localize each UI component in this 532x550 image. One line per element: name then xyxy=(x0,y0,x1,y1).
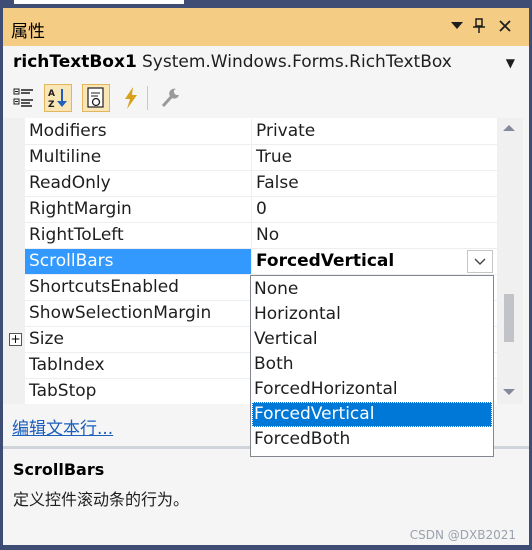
scrollbars-dropdown-list: None Horizontal Vertical Both ForcedHori… xyxy=(250,275,494,457)
window-position-dropdown-icon[interactable] xyxy=(445,14,469,38)
property-row-modifiers[interactable]: Modifiers Private xyxy=(3,119,497,145)
property-value[interactable]: ForcedVertical xyxy=(256,251,394,271)
object-selector[interactable]: richTextBox1 System.Windows.Forms.RichTe… xyxy=(3,46,529,81)
property-name: Size xyxy=(29,329,64,349)
option-label: ForcedVertical xyxy=(254,404,375,424)
dropdown-option-forcedhorizontal[interactable]: ForcedHorizontal xyxy=(252,377,492,402)
property-value[interactable]: 0 xyxy=(256,199,267,219)
option-label: ForcedBoth xyxy=(254,429,351,449)
scroll-up-icon[interactable] xyxy=(503,124,515,132)
property-pages-icon[interactable] xyxy=(157,84,185,112)
scroll-down-icon[interactable] xyxy=(503,388,515,396)
object-type: System.Windows.Forms.RichTextBox xyxy=(142,52,452,72)
property-name: RightToLeft xyxy=(29,225,124,245)
edit-text-lines-link[interactable]: 编辑文本行... xyxy=(12,414,113,439)
dropdown-option-vertical[interactable]: Vertical xyxy=(252,327,492,352)
column-divider xyxy=(251,197,252,223)
property-row-readonly[interactable]: ReadOnly False xyxy=(3,171,497,197)
column-divider xyxy=(251,171,252,197)
option-label: Both xyxy=(254,354,294,374)
window-top-edge xyxy=(0,0,532,8)
property-name: ScrollBars xyxy=(29,251,114,271)
grid-scrollbar[interactable] xyxy=(497,118,523,404)
panel-title-bar[interactable]: 属性 xyxy=(3,8,529,46)
property-name: TabIndex xyxy=(29,355,105,375)
toolbar-separator xyxy=(147,86,148,110)
watermark: CSDN @DXB2021 xyxy=(409,528,516,542)
property-name: ShowSelectionMargin xyxy=(29,303,212,323)
svg-text:A: A xyxy=(48,89,55,99)
column-divider xyxy=(251,249,252,275)
value-dropdown-button[interactable] xyxy=(467,250,493,273)
column-divider xyxy=(251,223,252,249)
expand-plus-icon[interactable]: + xyxy=(9,333,22,346)
dropdown-option-horizontal[interactable]: Horizontal xyxy=(252,302,492,327)
description-title: ScrollBars xyxy=(13,460,105,479)
property-name: Modifiers xyxy=(29,121,107,141)
property-name: ShortcutsEnabled xyxy=(29,277,179,297)
column-divider xyxy=(251,119,252,145)
property-name: RightMargin xyxy=(29,199,132,219)
property-name: ReadOnly xyxy=(29,173,111,193)
property-row-scrollbars[interactable]: ScrollBars ForcedVertical xyxy=(3,249,497,275)
dropdown-option-forcedvertical[interactable]: ForcedVertical xyxy=(252,402,492,427)
events-icon[interactable] xyxy=(117,84,145,112)
object-name: richTextBox1 xyxy=(13,52,137,72)
property-toolbar: A Z xyxy=(3,80,529,116)
border-bottom xyxy=(0,545,532,550)
property-row-righttoleft[interactable]: RightToLeft No xyxy=(3,223,497,249)
chevron-down-icon xyxy=(474,258,486,265)
panel-title: 属性 xyxy=(11,22,45,42)
option-label: ForcedHorizontal xyxy=(254,379,398,399)
option-label: Horizontal xyxy=(254,304,341,324)
categorized-icon[interactable] xyxy=(10,84,38,112)
dropdown-option-forcedboth[interactable]: ForcedBoth xyxy=(252,427,492,452)
svg-text:Z: Z xyxy=(48,100,55,110)
alphabetical-icon[interactable]: A Z xyxy=(44,84,72,112)
properties-icon[interactable] xyxy=(82,84,110,112)
tab-strip xyxy=(14,0,184,4)
property-row-multiline[interactable]: Multiline True xyxy=(3,145,497,171)
option-label: Vertical xyxy=(254,329,318,349)
property-name: Multiline xyxy=(29,147,102,167)
dropdown-option-both[interactable]: Both xyxy=(252,352,492,377)
scrollbar-thumb[interactable] xyxy=(504,294,514,342)
option-label: None xyxy=(254,279,299,299)
pin-icon[interactable] xyxy=(467,14,491,38)
property-value[interactable]: False xyxy=(256,173,299,193)
dropdown-option-none[interactable]: None xyxy=(252,277,492,302)
close-icon[interactable] xyxy=(493,14,517,38)
property-value[interactable]: True xyxy=(256,147,292,167)
property-value[interactable]: No xyxy=(256,225,279,245)
description-text: 定义控件滚动条的行为。 xyxy=(13,490,190,509)
property-row-rightmargin[interactable]: RightMargin 0 xyxy=(3,197,497,223)
chevron-down-icon[interactable]: ▼ xyxy=(506,56,515,70)
property-value[interactable]: Private xyxy=(256,121,315,141)
property-name: TabStop xyxy=(29,381,97,401)
column-divider xyxy=(251,145,252,171)
